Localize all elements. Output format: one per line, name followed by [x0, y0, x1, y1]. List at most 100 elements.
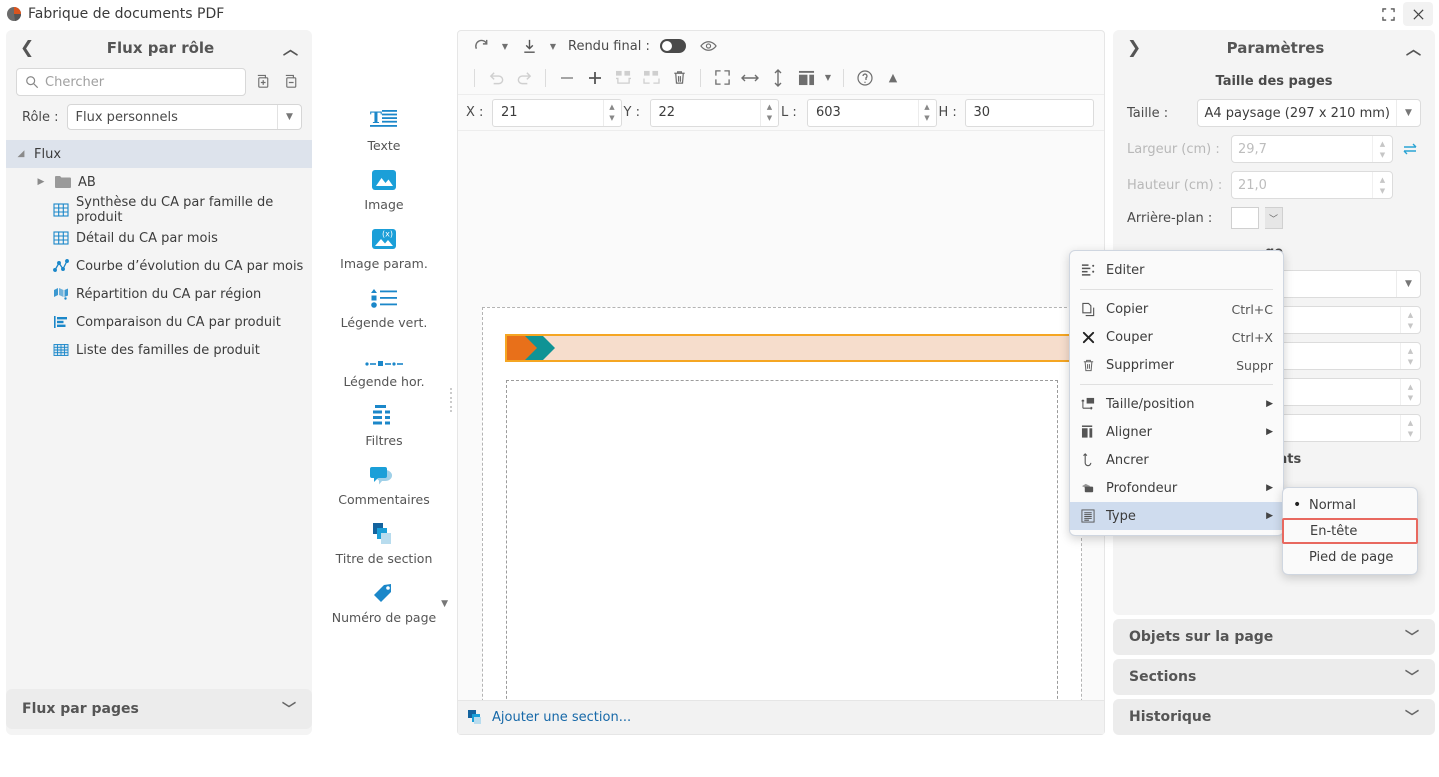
header-band-object[interactable] [505, 334, 1103, 362]
flux-par-pages-accordion[interactable]: Flux par pages ﹀ [6, 689, 312, 729]
page-canvas[interactable] [482, 307, 1103, 700]
remove-flux-icon[interactable] [280, 70, 302, 94]
chevron-down-icon[interactable]: ﹀ [1405, 627, 1419, 647]
menu-item-profondeur[interactable]: Profondeur ▶ [1070, 474, 1283, 502]
tool-titre-section[interactable]: Titre de section [318, 513, 450, 566]
submenu-item-en-tete[interactable]: • En-tête [1282, 518, 1418, 544]
chevron-down-icon[interactable]: ▼ [821, 66, 835, 90]
page-width-row: Largeur (cm) : 29,7 ▲ ▼ [1113, 135, 1435, 171]
chevron-down-icon[interactable]: ▼ [277, 105, 301, 129]
ungroup-icon[interactable] [638, 65, 664, 91]
tree-item-detail[interactable]: Détail du CA par mois [6, 224, 312, 252]
tool-numero-page[interactable]: Numéro de page [318, 572, 450, 625]
fit-height-icon[interactable] [765, 65, 791, 91]
menu-item-aligner[interactable]: Aligner ▶ [1070, 418, 1283, 446]
minus-icon[interactable] [554, 65, 580, 91]
tool-image-param[interactable]: (x) Image param. [318, 218, 450, 271]
tree-item-flux[interactable]: ◢ Flux [6, 140, 312, 168]
tool-filtres[interactable]: Filtres [318, 395, 450, 448]
tool-commentaires[interactable]: Commentaires [318, 454, 450, 507]
add-flux-icon[interactable] [252, 70, 274, 94]
menu-item-editer[interactable]: Editer [1070, 256, 1283, 284]
chevron-down-icon[interactable]: ﹀ [1405, 707, 1419, 727]
fit-page-icon[interactable] [709, 65, 735, 91]
tree-item-liste[interactable]: Liste des familles de produit [6, 336, 312, 364]
chevron-down-icon[interactable]: ﹀ [282, 699, 296, 719]
tree-item-courbe[interactable]: Courbe d’évolution du CA par mois [6, 252, 312, 280]
submenu-item-pied-de-page[interactable]: • Pied de page [1283, 544, 1417, 570]
chevron-down-icon[interactable]: ▼ [1396, 271, 1420, 297]
triangle-right-icon[interactable]: ▶ [34, 177, 48, 187]
height-value: 30 [973, 105, 991, 120]
tree-item-comparaison[interactable]: Comparaison du CA par produit [6, 308, 312, 336]
spinner-arrows[interactable]: ▲ ▼ [602, 99, 621, 126]
group-icon[interactable] [610, 65, 636, 91]
search-input[interactable] [45, 74, 237, 90]
historique-accordion[interactable]: Historique ﹀ [1113, 699, 1435, 735]
menu-item-couper[interactable]: Couper Ctrl+X [1070, 323, 1283, 351]
spinner-arrows[interactable]: ▲ ▼ [1372, 172, 1392, 198]
tree-item-ab[interactable]: ▶ AB [6, 168, 312, 196]
undo-icon[interactable] [483, 65, 509, 91]
submenu-item-normal[interactable]: • Normal [1283, 492, 1417, 518]
tool-image[interactable]: Image [318, 159, 450, 212]
height-spinner[interactable]: 30 [964, 98, 1094, 127]
menu-item-copier[interactable]: Copier Ctrl+C [1070, 295, 1283, 323]
triangle-up-icon[interactable]: ▲ [880, 65, 906, 91]
page-size-dropdown[interactable]: A4 paysage (297 x 210 mm) ▼ [1197, 99, 1421, 127]
spinner-arrows[interactable]: ▲ ▼ [917, 99, 936, 126]
chevron-down-icon[interactable]: ▼ [546, 34, 560, 58]
layout-icon[interactable] [793, 65, 819, 91]
tool-legende-hor[interactable]: Légende hor. [318, 336, 450, 389]
background-color-swatch[interactable] [1231, 207, 1259, 229]
chevron-down-icon[interactable]: ﹀ [1265, 207, 1283, 229]
restore-window-icon[interactable] [1373, 2, 1403, 26]
search-box[interactable] [16, 68, 246, 96]
chevron-up-icon[interactable]: ︿ [1406, 38, 1421, 59]
chevron-down-icon[interactable]: ▼ [441, 599, 448, 609]
palette-resize-grip[interactable] [448, 388, 454, 412]
close-icon[interactable] [1403, 2, 1433, 26]
tool-legende-vert[interactable]: Légende vert. [318, 277, 450, 330]
spinner-arrows[interactable]: ▲ ▼ [1400, 307, 1420, 333]
plus-icon[interactable] [582, 65, 608, 91]
role-dropdown[interactable]: Flux personnels ▼ [66, 104, 302, 130]
tool-texte[interactable]: T Texte [318, 100, 450, 153]
menu-item-supprimer[interactable]: Supprimer Suppr [1070, 351, 1283, 379]
redo-icon[interactable] [511, 65, 537, 91]
chevron-down-icon[interactable]: ▼ [1396, 100, 1420, 126]
fit-width-icon[interactable] [737, 65, 763, 91]
menu-item-ancrer[interactable]: Ancrer [1070, 446, 1283, 474]
swap-orientation-icon[interactable] [1399, 141, 1421, 157]
spinner-arrows[interactable]: ▲ ▼ [1372, 136, 1392, 162]
chevron-right-icon[interactable]: ❯ [1127, 38, 1145, 58]
chevron-down-icon[interactable]: ﹀ [1405, 667, 1419, 687]
chevron-down-icon[interactable]: ▼ [498, 34, 512, 58]
spinner-arrows[interactable]: ▲ ▼ [1400, 379, 1420, 405]
add-section-button[interactable]: Ajouter une section... [458, 700, 1104, 734]
width-spinner[interactable]: 603 ▲ ▼ [807, 98, 937, 127]
page-height-spinner[interactable]: 21,0 ▲ ▼ [1231, 171, 1393, 199]
spinner-arrows[interactable]: ▲ ▼ [1400, 415, 1420, 441]
tree-item-repartition[interactable]: Répartition du CA par région [6, 280, 312, 308]
sections-accordion[interactable]: Sections ﹀ [1113, 659, 1435, 695]
chevron-left-icon[interactable]: ❮ [20, 38, 38, 58]
menu-item-taille-position[interactable]: Taille/position ▶ [1070, 390, 1283, 418]
eye-icon[interactable] [696, 33, 722, 59]
refresh-icon[interactable] [468, 33, 494, 59]
objets-sur-la-page-accordion[interactable]: Objets sur la page ﹀ [1113, 619, 1435, 655]
page-width-spinner[interactable]: 29,7 ▲ ▼ [1231, 135, 1393, 163]
download-icon[interactable] [516, 33, 542, 59]
spinner-arrows[interactable]: ▲ ▼ [1400, 343, 1420, 369]
x-spinner[interactable]: 21 ▲ ▼ [492, 98, 622, 127]
trash-icon[interactable] [666, 65, 692, 91]
spinner-arrows[interactable]: ▲ ▼ [760, 99, 778, 126]
tree-item-synthese[interactable]: Synthèse du CA par famille de produit [6, 195, 312, 225]
toggle-switch-off[interactable] [659, 39, 686, 53]
y-spinner[interactable]: 22 ▲ ▼ [649, 98, 779, 127]
chevron-up-icon[interactable]: ︿ [283, 38, 298, 59]
triangle-down-icon[interactable]: ◢ [14, 149, 28, 159]
canvas-area[interactable] [458, 131, 1104, 700]
menu-item-type[interactable]: Type ▶ [1070, 502, 1283, 530]
help-icon[interactable] [852, 65, 878, 91]
